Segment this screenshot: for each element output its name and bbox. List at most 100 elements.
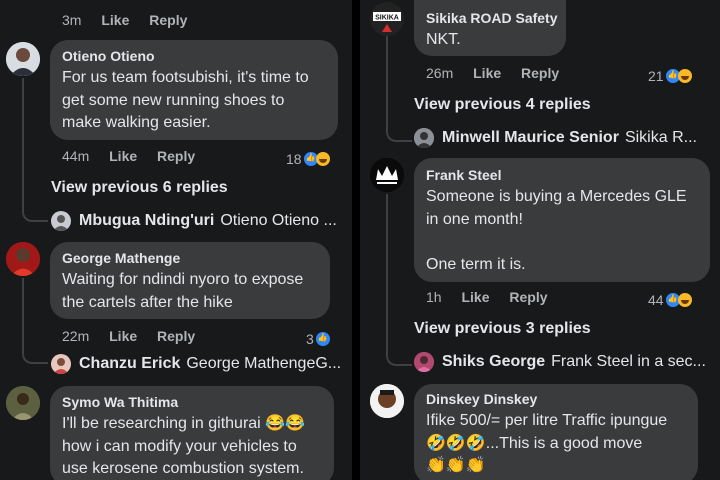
svg-text:SIKIKA: SIKIKA — [375, 15, 399, 22]
reply-author[interactable]: Minwell Maurice Senior — [442, 129, 619, 146]
reaction-number: 21 — [648, 68, 664, 84]
comment-line: I'll be researching in githurai 😂😂 — [62, 413, 305, 436]
reply-button[interactable]: Reply — [157, 148, 195, 164]
comment-line: the cartels after the hike — [62, 293, 233, 311]
crown-logo-icon — [370, 158, 404, 192]
thread-line — [386, 194, 388, 320]
comment-text: Someone is buying a Mercedes GLE in one … — [426, 186, 687, 276]
comment-line: use kerosene combustion system. — [62, 460, 304, 477]
comment-text: NKT. — [426, 31, 461, 48]
comment-line: how i can modify your vehicles to — [62, 437, 297, 455]
comment-line: 🤣🤣🤣...This is a good move — [426, 433, 667, 456]
person-icon — [53, 358, 69, 374]
like-button[interactable]: Like — [109, 328, 137, 344]
avatar[interactable] — [370, 158, 404, 192]
comment-author[interactable]: Frank Steel — [426, 167, 501, 183]
thread-connector — [22, 188, 48, 222]
comment-author[interactable]: Sikika ROAD Safety — [426, 10, 558, 26]
reply-button[interactable]: Reply — [157, 328, 195, 344]
comment-meta: 22m Like Reply — [62, 328, 211, 344]
like-button[interactable]: Like — [473, 65, 501, 81]
reaction-number: 18 — [286, 151, 302, 167]
reaction-number: 3 — [306, 331, 314, 347]
avatar[interactable] — [6, 386, 40, 420]
reply-preview-text: Frank Steel in a sec... — [551, 353, 706, 370]
like-button[interactable]: Like — [101, 12, 129, 28]
view-previous-replies-link[interactable]: View previous 6 replies — [51, 179, 228, 197]
person-icon — [370, 384, 404, 418]
avatar[interactable] — [414, 128, 434, 148]
person-icon — [414, 352, 434, 372]
reaction-count[interactable]: 18 — [286, 151, 330, 167]
like-button[interactable]: Like — [461, 289, 489, 305]
panel-divider — [352, 0, 360, 480]
avatar[interactable]: SIKIKA — [370, 2, 404, 36]
comment-text: For us team footsubishi, it's time to ge… — [62, 67, 309, 135]
comment-text: Waiting for ndindi nyoro to expose the c… — [62, 269, 303, 314]
like-reaction-icon — [315, 332, 330, 346]
person-icon — [6, 242, 40, 276]
reply-button[interactable]: Reply — [509, 289, 547, 305]
comment-author[interactable]: Otieno Otieno — [62, 48, 155, 64]
thread-connector — [386, 320, 412, 366]
right-comments-panel: SIKIKA Sikika ROAD Safety NKT. 26m Like … — [360, 0, 720, 480]
comment-line: One term it is. — [426, 255, 526, 273]
view-previous-replies-link[interactable]: View previous 3 replies — [414, 320, 591, 338]
comment-text: Ifike 500/= per litre Traffic ipungue 🤣🤣… — [426, 410, 667, 478]
timestamp: 3m — [62, 12, 82, 28]
avatar[interactable] — [51, 211, 71, 231]
comment-text: I'll be researching in githurai 😂😂 how i… — [62, 413, 305, 480]
person-icon — [6, 42, 40, 76]
avatar[interactable] — [414, 352, 434, 372]
reaction-count[interactable]: 44 — [648, 292, 692, 308]
comment-line: Ifike 500/= per litre Traffic ipungue — [426, 412, 668, 429]
rofl-emoji-icon: 🤣🤣🤣 — [426, 434, 486, 452]
comment-line: For us team footsubishi, it's time to — [62, 69, 309, 86]
comment-line: get some new running shoes to — [62, 91, 285, 109]
haha-reaction-icon — [677, 69, 692, 83]
comment-line-text: ...This is a good move — [485, 434, 643, 452]
timestamp: 44m — [62, 148, 90, 164]
comment-line: Someone is buying a Mercedes GLE — [426, 188, 687, 205]
comment-author[interactable]: Dinskey Dinskey — [426, 391, 537, 407]
timestamp: 1h — [426, 289, 442, 305]
comment-meta: 1h Like Reply — [426, 289, 564, 305]
thread-connector — [22, 278, 48, 364]
haha-reaction-icon — [315, 152, 330, 166]
reaction-number: 44 — [648, 292, 664, 308]
thread-line — [22, 78, 24, 188]
reply-preview[interactable]: Minwell Maurice Senior Sikika R... — [442, 129, 697, 147]
avatar[interactable] — [6, 242, 40, 276]
timestamp: 22m — [62, 328, 90, 344]
sikika-logo-icon: SIKIKA — [370, 2, 404, 36]
comment-meta-top: 3m Like Reply — [62, 12, 203, 28]
view-previous-replies-link[interactable]: View previous 4 replies — [414, 96, 591, 114]
reply-button[interactable]: Reply — [521, 65, 559, 81]
comment-blank-line — [426, 231, 687, 254]
reply-preview-text: George MathengeG... — [186, 355, 342, 372]
avatar[interactable] — [370, 384, 404, 418]
reply-preview[interactable]: Shiks George Frank Steel in a sec... — [442, 353, 706, 371]
person-icon — [414, 128, 434, 148]
timestamp: 26m — [426, 65, 454, 81]
avatar[interactable] — [6, 42, 40, 76]
like-button[interactable]: Like — [109, 148, 137, 164]
avatar[interactable] — [51, 354, 71, 374]
reply-author[interactable]: Chanzu Erick — [79, 355, 180, 372]
thread-line — [386, 36, 388, 96]
laughing-emoji-icon: 😂😂 — [265, 415, 306, 432]
thread-connector — [386, 96, 412, 142]
comment-author[interactable]: Symo Wa Thitima — [62, 394, 178, 410]
reply-preview[interactable]: Mbugua Nding'uri Otieno Otieno ... — [79, 212, 337, 230]
reply-preview[interactable]: Chanzu Erick George MathengeG... — [79, 355, 341, 373]
reply-author[interactable]: Shiks George — [442, 353, 545, 370]
reply-preview-text: Otieno Otieno ... — [220, 212, 337, 229]
comment-author[interactable]: George Mathenge — [62, 250, 180, 266]
reaction-count[interactable]: 3 — [306, 331, 330, 347]
reaction-count[interactable]: 21 — [648, 68, 692, 84]
reply-button[interactable]: Reply — [149, 12, 187, 28]
reply-author[interactable]: Mbugua Nding'uri — [79, 212, 214, 229]
comment-meta: 44m Like Reply — [62, 148, 211, 164]
comment-line: in one month! — [426, 210, 523, 228]
person-icon — [53, 215, 69, 231]
